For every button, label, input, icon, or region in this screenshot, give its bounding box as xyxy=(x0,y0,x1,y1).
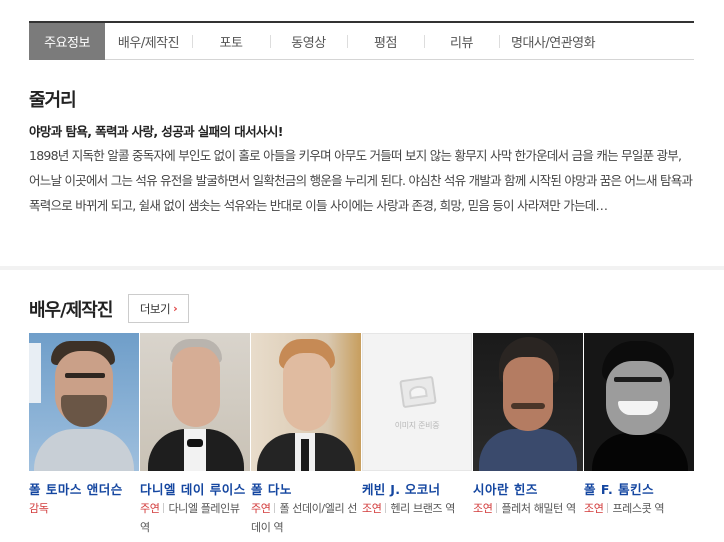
tab-bar: 주요정보 배우/제작진 포토 동영상 평점 리뷰 명대사/연관영화 xyxy=(29,21,694,60)
cast-role-line: 감독 xyxy=(29,499,137,518)
more-button-label: 더보기 xyxy=(139,301,171,316)
cast-item: 이미지 준비중 케빈 J. 오코너 조연 헨리 브랜즈 역 xyxy=(362,333,473,538)
tab-cast-crew[interactable]: 배우/제작진 xyxy=(105,23,192,60)
cast-photo[interactable] xyxy=(473,333,583,471)
cast-name[interactable]: 시아란 힌즈 xyxy=(473,479,579,498)
tab-video[interactable]: 동영상 xyxy=(270,23,347,60)
cast-item: 다니엘 데이 루이스 주연 다니엘 플레인뷰 역 xyxy=(140,333,251,538)
cast-name[interactable]: 케빈 J. 오코너 xyxy=(362,479,472,498)
divider xyxy=(496,503,498,513)
divider xyxy=(385,503,387,513)
cast-photo[interactable] xyxy=(140,333,250,471)
cast-role-line: 조연 헨리 브랜즈 역 xyxy=(362,499,470,518)
cast-character: 프레스콧 역 xyxy=(612,502,665,515)
section-divider xyxy=(0,266,724,270)
cast-role: 조연 xyxy=(473,502,493,515)
more-button[interactable]: 더보기 › xyxy=(128,294,189,323)
cast-role-line: 주연 다니엘 플레인뷰 역 xyxy=(140,499,248,537)
synopsis-title: 줄거리 xyxy=(29,90,77,111)
cast-name[interactable]: 폴 토마스 앤더슨 xyxy=(29,479,135,498)
cast-name[interactable]: 폴 F. 톰킨스 xyxy=(584,479,690,498)
cast-character: 플레처 해밀턴 역 xyxy=(501,502,576,515)
cast-role: 주연 xyxy=(140,502,160,515)
cast-role-line: 조연 플레처 해밀턴 역 xyxy=(473,499,581,518)
tab-quotes-related[interactable]: 명대사/연관영화 xyxy=(499,23,694,60)
cast-role: 조연 xyxy=(362,502,382,515)
tab-main-info[interactable]: 주요정보 xyxy=(29,23,105,60)
cast-item: 폴 토마스 앤더슨 감독 xyxy=(29,333,140,538)
no-image-text: 이미지 준비중 xyxy=(394,421,440,430)
tab-review[interactable]: 리뷰 xyxy=(424,23,499,60)
tab-rating[interactable]: 평점 xyxy=(347,23,424,60)
cast-name[interactable]: 다니엘 데이 루이스 xyxy=(140,479,246,498)
divider xyxy=(274,503,276,513)
cast-role: 감독 xyxy=(29,502,49,515)
cast-name[interactable]: 폴 다노 xyxy=(251,479,357,498)
cast-list: 폴 토마스 앤더슨 감독 다니엘 데이 루이스 주연 다니엘 플레인뷰 역 폴 다… xyxy=(29,333,695,538)
cast-photo[interactable] xyxy=(29,333,139,471)
cast-role-line: 주연 폴 선데이/엘리 선데이 역 xyxy=(251,499,359,537)
cast-item: 폴 F. 톰킨스 조연 프레스콧 역 xyxy=(584,333,695,538)
cast-photo-placeholder[interactable]: 이미지 준비중 xyxy=(362,333,472,471)
tab-photo[interactable]: 포토 xyxy=(192,23,270,60)
cast-role: 조연 xyxy=(584,502,604,515)
synopsis-body: 1898년 지독한 알콜 중독자에 부인도 없이 홀로 아들을 키우며 아무도 … xyxy=(29,148,693,213)
cast-section-title: 배우/제작진 xyxy=(29,300,113,321)
divider xyxy=(607,503,609,513)
cast-item: 시아란 힌즈 조연 플레처 해밀턴 역 xyxy=(473,333,584,538)
cast-photo[interactable] xyxy=(251,333,361,471)
cast-item: 폴 다노 주연 폴 선데이/엘리 선데이 역 xyxy=(251,333,362,538)
synopsis-headline: 야망과 탐욕, 폭력과 사랑, 성공과 실패의 대서사시! xyxy=(29,124,284,139)
chevron-right-icon: › xyxy=(173,302,178,315)
cast-role: 주연 xyxy=(251,502,271,515)
cast-character: 헨리 브랜즈 역 xyxy=(390,502,455,515)
cast-role-line: 조연 프레스콧 역 xyxy=(584,499,692,518)
divider xyxy=(163,503,165,513)
cast-photo[interactable] xyxy=(584,333,694,471)
